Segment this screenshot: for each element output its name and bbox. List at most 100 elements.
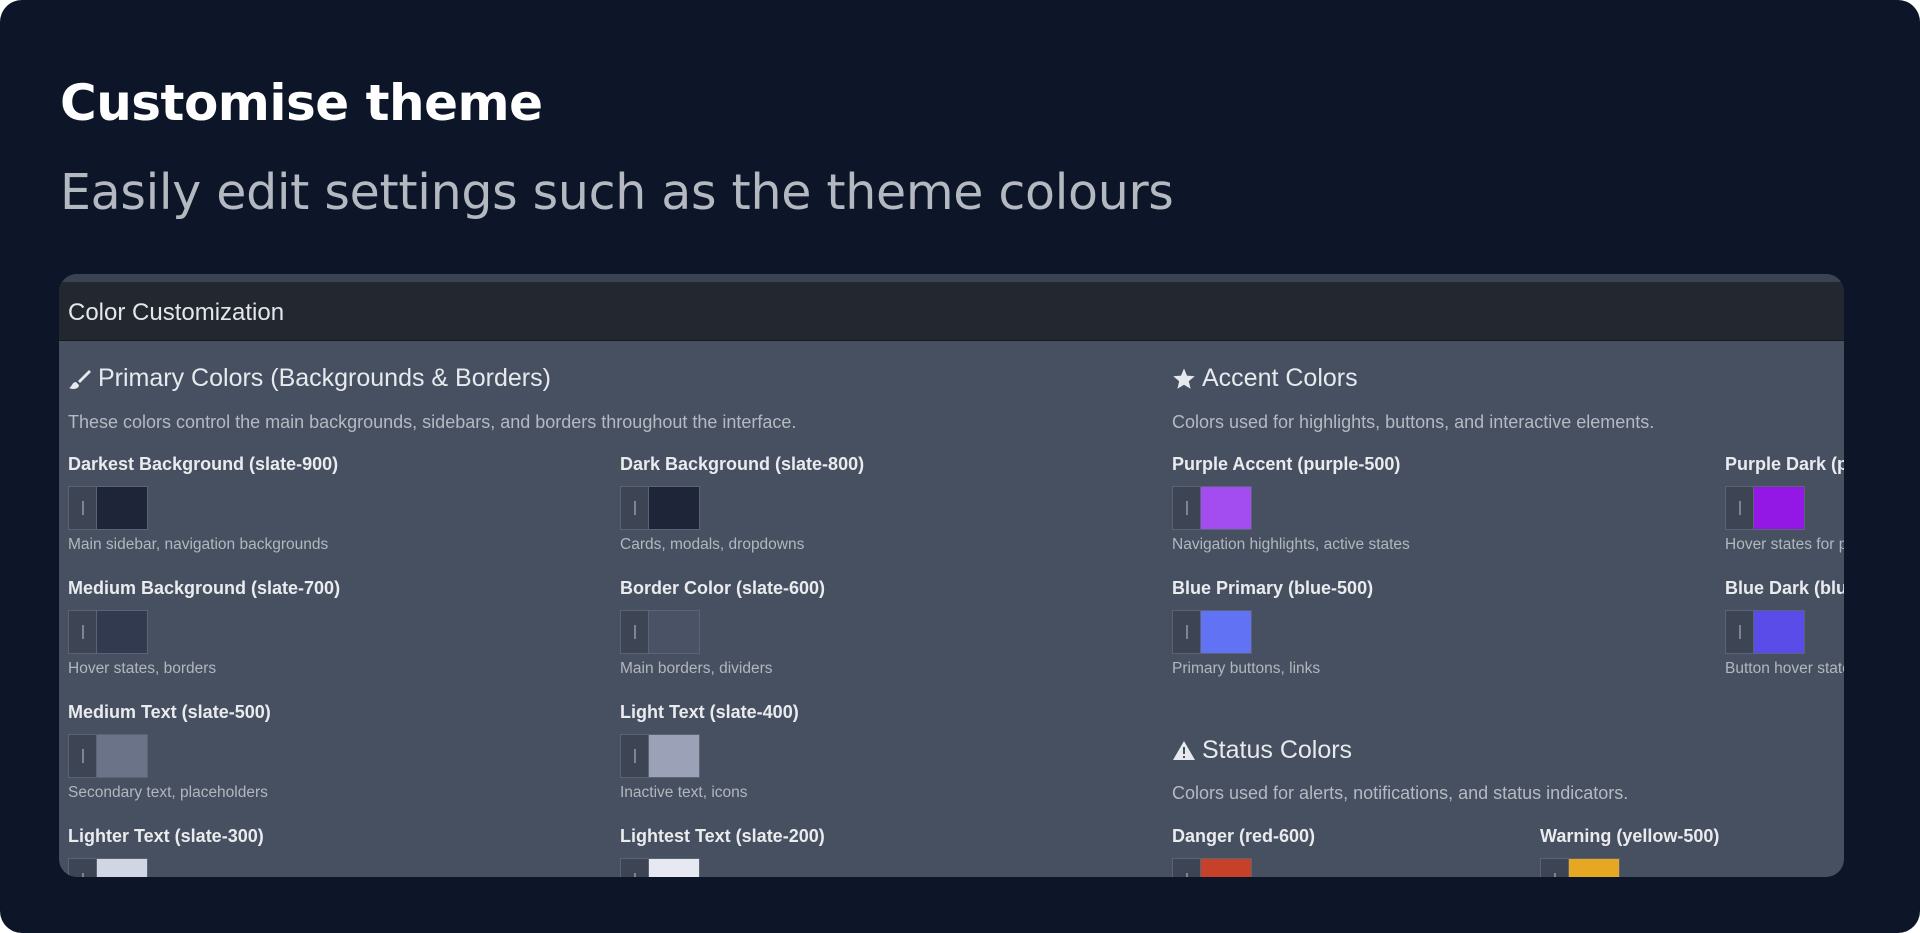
color-picker-handle[interactable] [620,486,648,530]
color-picker[interactable] [1725,610,1844,654]
color-field-help: Main borders, dividers [620,660,773,677]
paintbrush-icon [68,367,92,391]
color-picker-handle[interactable] [620,858,648,877]
color-field-label: Blue Dark (blue-600) [1725,578,1844,598]
color-picker[interactable] [1172,486,1612,530]
color-picker[interactable] [68,734,508,778]
color-field-label: Darkest Background (slate-900) [68,454,339,474]
color-swatch[interactable] [648,734,700,778]
color-field-help: Primary buttons, links [1172,660,1321,677]
drag-handle-icon [633,873,636,877]
color-picker[interactable] [68,486,508,530]
accent-colors-title: Accent Colors [1202,364,1358,392]
color-field: Lighter Text (slate-300) [68,826,508,877]
color-field-help: Secondary text, placeholders [68,784,268,801]
primary-colors-heading: Primary Colors (Backgrounds & Borders) [68,364,551,393]
color-field-label: Purple Accent (purple-500) [1172,454,1401,474]
color-field: Border Color (slate-600) Main borders, di… [620,578,1060,678]
color-picker-handle[interactable] [1725,610,1753,654]
color-field: Blue Dark (blue-600) Button hover states [1725,578,1844,678]
drag-handle-icon [1738,501,1741,515]
status-colors-description: Colors used for alerts, notifications, a… [1172,783,1629,803]
drag-handle-icon [633,625,636,639]
color-field: Warning (yellow-500) [1540,826,1844,877]
color-field-help: Inactive text, icons [620,784,748,801]
color-picker[interactable] [620,734,1060,778]
drag-handle-icon [1185,873,1188,877]
color-swatch[interactable] [1753,610,1805,654]
color-picker-handle[interactable] [1172,858,1200,877]
color-swatch[interactable] [648,610,700,654]
color-field-label: Medium Background (slate-700) [68,578,341,598]
color-picker-handle[interactable] [620,734,648,778]
panel-header: Color Customization [59,282,1844,341]
color-field: Darkest Background (slate-900) Main sideb… [68,454,508,554]
page-subtitle: Easily edit settings such as the theme c… [60,164,1174,221]
color-field: Dark Background (slate-800) Cards, modals… [620,454,1060,554]
color-field-help: Button hover states [1725,660,1844,677]
color-swatch[interactable] [96,610,148,654]
drag-handle-icon [1185,501,1188,515]
accent-colors-heading: Accent Colors [1172,364,1358,393]
color-picker-handle[interactable] [1540,858,1568,877]
color-field-label: Warning (yellow-500) [1540,826,1720,846]
color-picker-handle[interactable] [68,734,96,778]
color-picker[interactable] [68,610,508,654]
color-field-help: Hover states for purple elements [1725,536,1844,553]
color-picker-handle[interactable] [620,610,648,654]
primary-colors-title: Primary Colors (Backgrounds & Borders) [98,364,551,392]
color-field-label: Lightest Text (slate-200) [620,826,825,846]
status-colors-title: Status Colors [1202,736,1353,764]
color-field-label: Border Color (slate-600) [620,578,826,598]
page-title: Customise theme [60,74,543,132]
color-swatch[interactable] [1200,610,1252,654]
primary-colors-description: These colors control the main background… [68,412,797,432]
status-colors-heading: Status Colors [1172,736,1352,765]
color-field-label: Lighter Text (slate-300) [68,826,264,846]
drag-handle-icon [633,501,636,515]
color-picker[interactable] [620,858,1060,877]
app-frame: Customise theme Easily edit settings suc… [0,0,1920,933]
color-picker[interactable] [1172,610,1612,654]
color-field: Light Text (slate-400) Inactive text, ico… [620,702,1060,802]
color-field-label: Medium Text (slate-500) [68,702,271,722]
color-field: Medium Text (slate-500) Secondary text, p… [68,702,508,802]
color-picker-handle[interactable] [1172,610,1200,654]
color-picker-handle[interactable] [68,486,96,530]
color-field-label: Light Text (slate-400) [620,702,799,722]
color-field-label: Dark Background (slate-800) [620,454,865,474]
drag-handle-icon [81,625,84,639]
drag-handle-icon [1738,625,1741,639]
color-picker[interactable] [1725,486,1844,530]
color-swatch[interactable] [1200,486,1252,530]
color-picker[interactable] [1540,858,1844,877]
color-picker-handle[interactable] [1172,486,1200,530]
drag-handle-icon [81,501,84,515]
color-field-label: Purple Dark (purple-600) [1725,454,1844,474]
color-field: Purple Dark (purple-600) Hover states for… [1725,454,1844,554]
color-picker[interactable] [620,486,1060,530]
panel-title: Color Customization [68,299,285,326]
color-swatch[interactable] [1568,858,1620,877]
color-swatch[interactable] [1753,486,1805,530]
color-swatch[interactable] [648,858,700,877]
color-picker[interactable] [68,858,508,877]
color-swatch[interactable] [1200,858,1252,877]
color-swatch[interactable] [96,486,148,530]
color-picker[interactable] [620,610,1060,654]
color-field-help: Hover states, borders [68,660,217,677]
color-field: Lightest Text (slate-200) [620,826,1060,877]
drag-handle-icon [81,873,84,877]
drag-handle-icon [1185,625,1188,639]
color-picker-handle[interactable] [68,858,96,877]
color-swatch[interactable] [96,734,148,778]
color-customization-panel: Color Customization Primary Colors (Back… [59,274,1844,877]
color-field: Blue Primary (blue-500) Primary buttons, … [1172,578,1612,678]
color-picker-handle[interactable] [1725,486,1753,530]
accent-colors-description: Colors used for highlights, buttons, and… [1172,412,1655,432]
color-swatch[interactable] [96,858,148,877]
color-picker-handle[interactable] [68,610,96,654]
color-field: Purple Accent (purple-500) Navigation hig… [1172,454,1612,554]
color-swatch[interactable] [648,486,700,530]
color-field-help: Navigation highlights, active states [1172,536,1410,553]
